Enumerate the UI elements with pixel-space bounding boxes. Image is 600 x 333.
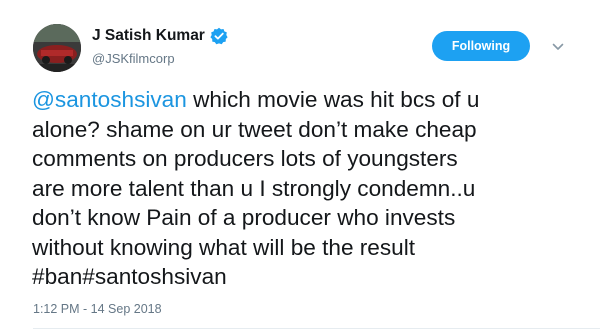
author-handle[interactable]: @JSKfilmcorp bbox=[92, 51, 175, 66]
avatar-photo bbox=[33, 24, 81, 72]
tweet-line-6: without knowing what will be the result bbox=[32, 234, 416, 260]
tweet-text: @santoshsivan which movie was hit bcs of… bbox=[32, 85, 592, 292]
chevron-down-icon[interactable] bbox=[550, 39, 566, 55]
following-button[interactable]: Following bbox=[432, 31, 530, 61]
tweet-line-1: @santoshsivan which movie was hit bcs of… bbox=[32, 85, 592, 115]
tweet-card: J Satish Kumar @JSKfilmcorp Following @s… bbox=[0, 0, 600, 333]
tweet-line-4: are more talent than u I strongly condem… bbox=[32, 175, 476, 201]
mention-link[interactable]: @santoshsivan bbox=[32, 87, 187, 112]
tweet-line-1-text: which movie was hit bcs of u bbox=[186, 87, 480, 112]
author-name-row[interactable]: J Satish Kumar bbox=[92, 27, 228, 45]
divider bbox=[33, 328, 600, 329]
tweet-line-5: don’t know Pain of a producer who invest… bbox=[32, 205, 456, 230]
avatar[interactable] bbox=[33, 24, 81, 72]
tweet-line-2: alone? shame on ur tweet don’t make chea… bbox=[32, 116, 477, 142]
tweet-line-3: comments on producers lots of youngsters bbox=[32, 146, 458, 171]
author-display-name[interactable]: J Satish Kumar bbox=[92, 27, 205, 45]
verified-badge-icon bbox=[210, 27, 228, 45]
hashtag-line[interactable]: #ban#santoshsivan bbox=[32, 262, 592, 292]
tweet-timestamp[interactable]: 1:12 PM - 14 Sep 2018 bbox=[33, 302, 162, 316]
